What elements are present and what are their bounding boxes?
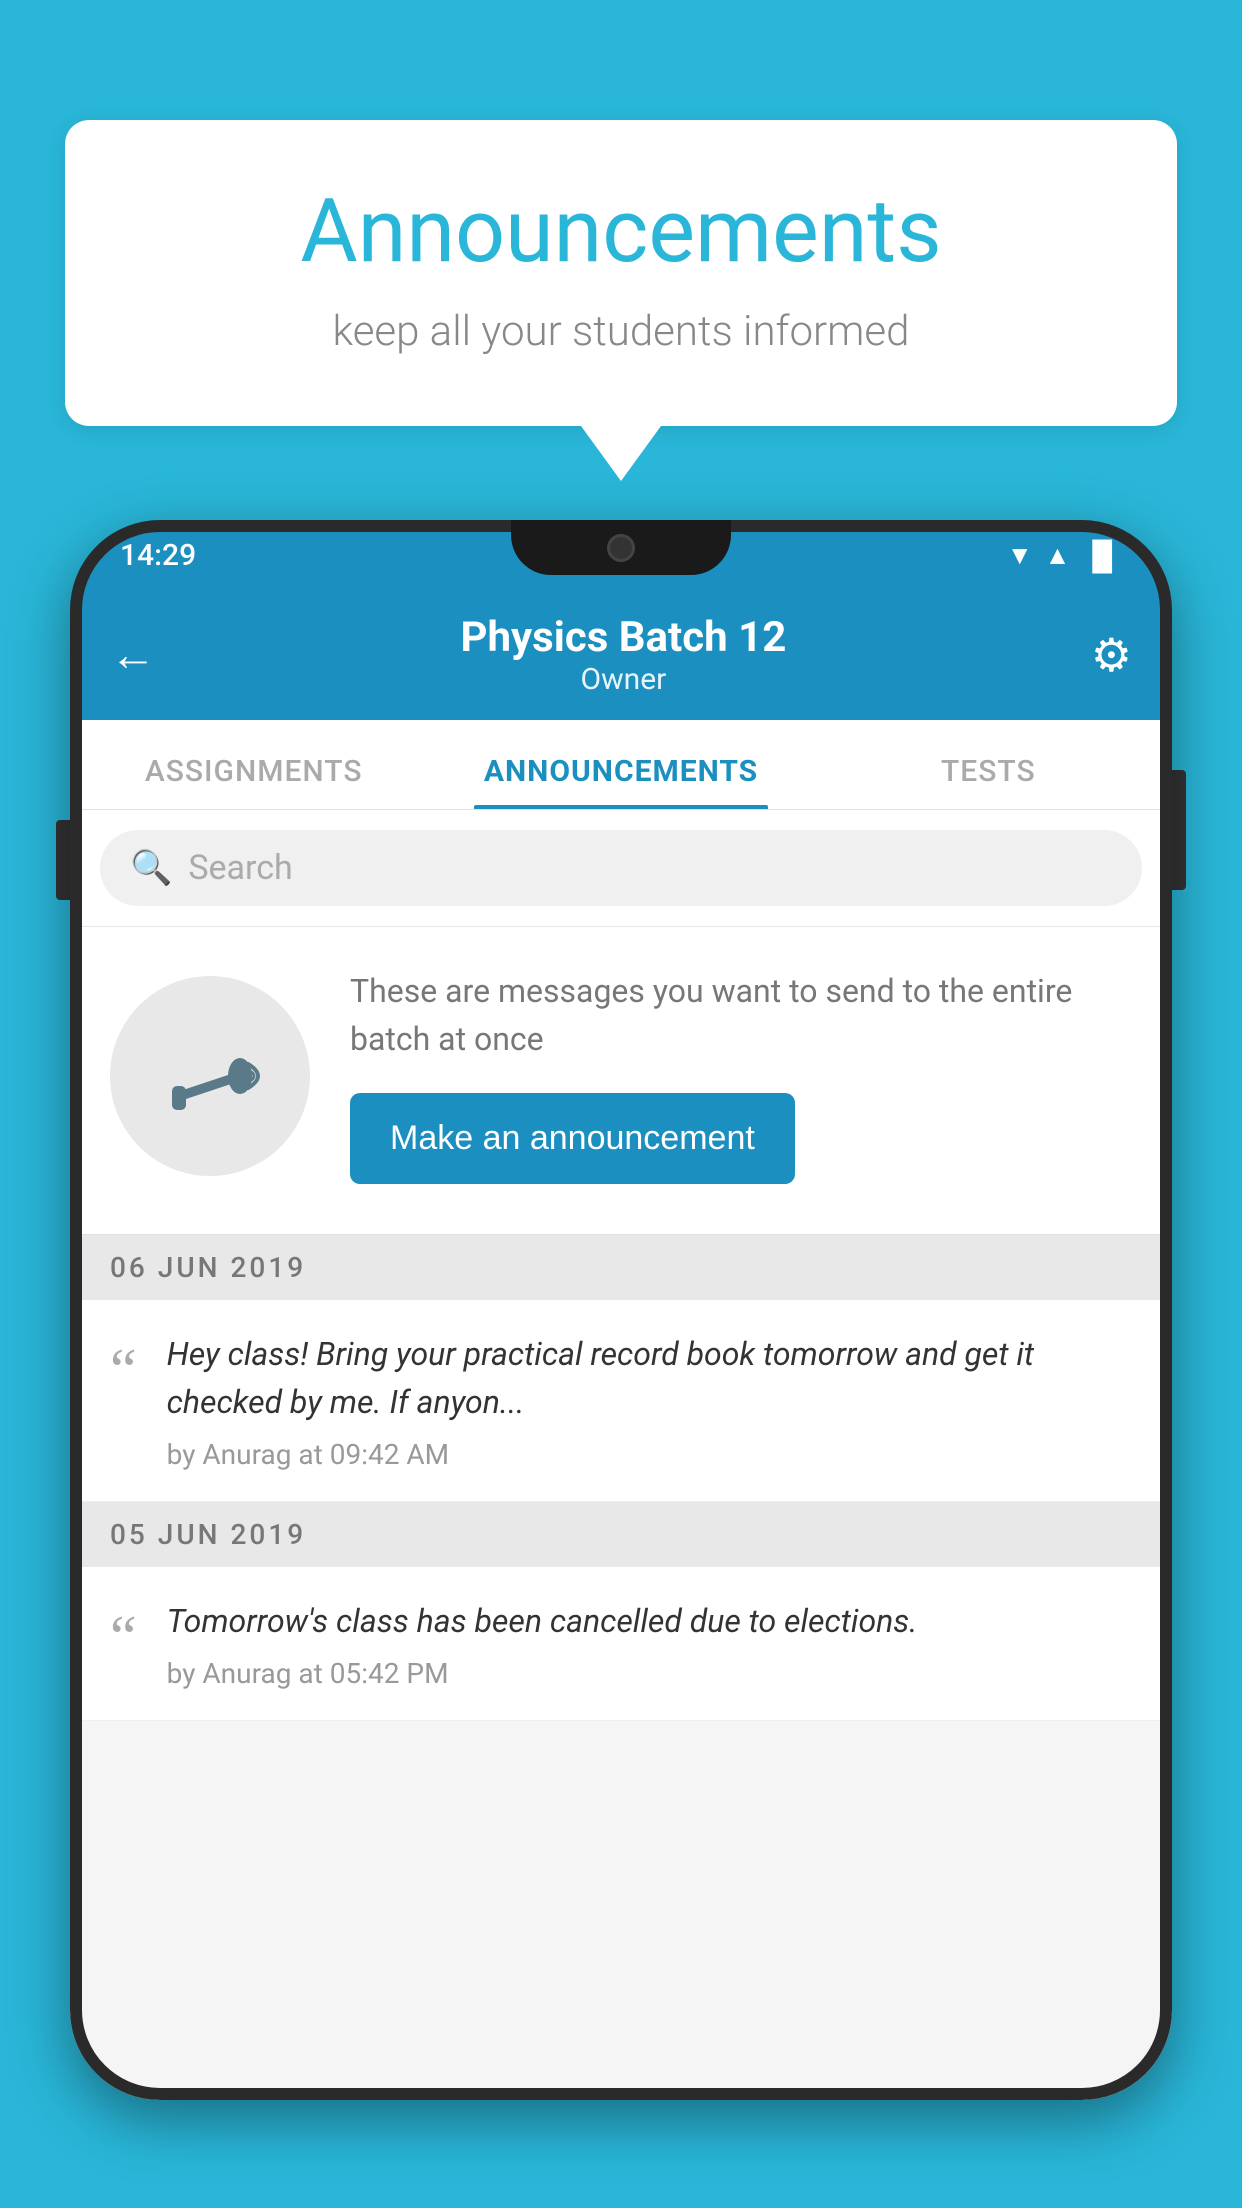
phone-notch xyxy=(511,520,731,575)
status-icons: ▼ ▲ ▐▌ xyxy=(1007,539,1122,572)
search-bar[interactable]: 🔍 Search xyxy=(100,830,1142,906)
announcement-text-group-2: Tomorrow's class has been cancelled due … xyxy=(167,1597,1132,1690)
speech-bubble-wrapper: Announcements keep all your students inf… xyxy=(65,120,1177,481)
announcements-title: Announcements xyxy=(145,180,1097,283)
announcements-subtitle: keep all your students informed xyxy=(145,307,1097,356)
settings-icon[interactable]: ⚙ xyxy=(1091,628,1132,683)
app-header: ← Physics Batch 12 Owner ⚙ xyxy=(70,590,1172,720)
speech-bubble-card: Announcements keep all your students inf… xyxy=(65,120,1177,426)
announcement-item-2[interactable]: “ Tomorrow's class has been cancelled du… xyxy=(70,1567,1172,1721)
owner-label: Owner xyxy=(156,662,1091,697)
tab-tests[interactable]: TESTS xyxy=(805,754,1172,809)
announcement-text-2: Tomorrow's class has been cancelled due … xyxy=(167,1597,1132,1645)
tab-announcements[interactable]: ANNOUNCEMENTS xyxy=(437,754,804,809)
battery-icon: ▐▌ xyxy=(1082,539,1122,572)
speech-bubble-arrow xyxy=(581,426,661,481)
back-button[interactable]: ← xyxy=(110,632,156,678)
search-placeholder: Search xyxy=(188,848,292,888)
front-camera xyxy=(607,534,635,562)
megaphone-icon xyxy=(160,1026,260,1126)
announcement-text-1: Hey class! Bring your practical record b… xyxy=(167,1330,1132,1426)
tab-assignments[interactable]: ASSIGNMENTS xyxy=(70,754,437,809)
phone-frame: 14:29 ▼ ▲ ▐▌ ← Physics Batch 12 Owner ⚙ … xyxy=(70,520,1172,2100)
promo-right: These are messages you want to send to t… xyxy=(350,967,1132,1184)
signal-icon: ▲ xyxy=(1045,540,1071,571)
status-time: 14:29 xyxy=(120,538,196,573)
header-title-group: Physics Batch 12 Owner xyxy=(156,613,1091,697)
make-announcement-button[interactable]: Make an announcement xyxy=(350,1093,795,1184)
power-button xyxy=(1172,770,1186,890)
tabs-bar: ASSIGNMENTS ANNOUNCEMENTS TESTS xyxy=(70,720,1172,810)
phone-container: 14:29 ▼ ▲ ▐▌ ← Physics Batch 12 Owner ⚙ … xyxy=(70,520,1172,2208)
announcement-meta-2: by Anurag at 05:42 PM xyxy=(167,1657,1132,1690)
promo-icon-circle xyxy=(110,976,310,1176)
announcement-item-1[interactable]: “ Hey class! Bring your practical record… xyxy=(70,1300,1172,1502)
volume-button xyxy=(56,820,70,900)
batch-title: Physics Batch 12 xyxy=(156,613,1091,662)
date-separator-1: 06 JUN 2019 xyxy=(70,1235,1172,1300)
promo-card: These are messages you want to send to t… xyxy=(70,927,1172,1235)
wifi-icon: ▼ xyxy=(1007,540,1033,571)
promo-description: These are messages you want to send to t… xyxy=(350,967,1132,1063)
quote-icon-2: “ xyxy=(110,1607,137,1667)
content-area: 🔍 Search xyxy=(70,810,1172,2100)
date-separator-2: 05 JUN 2019 xyxy=(70,1502,1172,1567)
search-container: 🔍 Search xyxy=(70,810,1172,927)
announcement-text-group-1: Hey class! Bring your practical record b… xyxy=(167,1330,1132,1471)
quote-icon-1: “ xyxy=(110,1340,137,1400)
search-icon: 🔍 xyxy=(130,848,172,888)
announcement-meta-1: by Anurag at 09:42 AM xyxy=(167,1438,1132,1471)
